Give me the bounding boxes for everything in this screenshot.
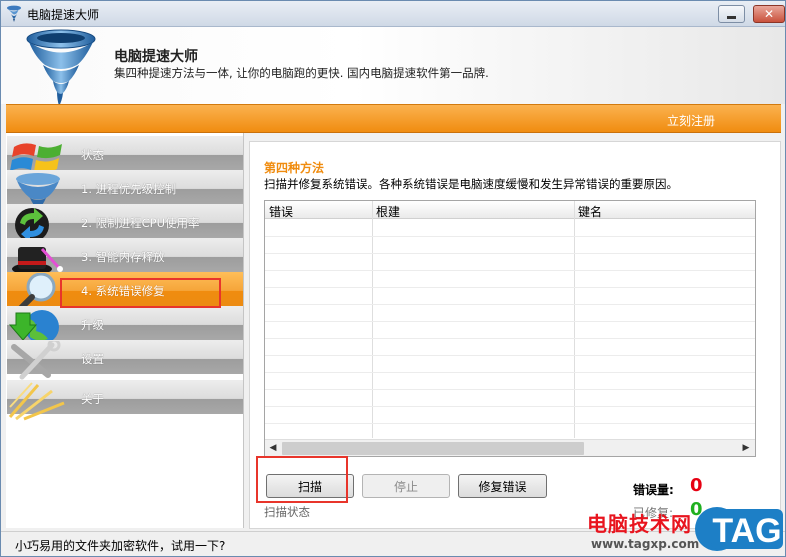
register-link[interactable]: 立刻注册 [667,112,715,129]
tornado-logo-icon [26,29,96,106]
row-gridline [265,355,755,356]
scroll-left-icon[interactable]: ◀ [266,442,280,455]
row-gridline [265,321,755,322]
app-window: 电脑提速大师 ✕ 电脑提速大师 集四种提速方法与一体, 让你的电脑跑的更快. 国… [0,0,786,557]
horizontal-scrollbar[interactable]: ◀ ▶ [265,439,755,456]
column-header-key-name[interactable]: 键名 [578,203,602,220]
row-gridline [265,389,755,390]
sidebar-item-process-priority[interactable]: 1. 进程优先级控制 [7,170,243,210]
table-header: 错误 根建 键名 [265,201,755,219]
row-gridline [265,270,755,271]
tag-badge-icon: TAG [695,507,783,551]
sidebar-item-label: 1. 进程优先级控制 [81,182,177,196]
sidebar-item-settings[interactable]: 设置 [7,340,243,380]
sidebar-item-label: 4. 系统错误修复 [81,284,165,298]
window-title: 电脑提速大师 [27,8,100,22]
badge-text: TAG [712,512,781,550]
error-count-value: 0 [690,475,703,496]
app-name: 电脑提速大师 [114,49,198,65]
watermark-text: 电脑技术网 [587,512,692,536]
title-bar: 电脑提速大师 ✕ [1,1,785,27]
row-gridline [265,253,755,254]
row-gridline [265,406,755,407]
minimize-button[interactable] [718,5,745,23]
sidebar-item-memory-release[interactable]: 3. 智能内存释放 [7,238,243,275]
sidebar-item-label: 关于 [81,392,104,406]
sidebar-item-label: 设置 [81,352,104,366]
sidebar-item-system-error-fix[interactable]: 4. 系统错误修复 [7,272,243,313]
watermark-url: www.tagxp.com [591,537,700,551]
row-gridline [265,304,755,305]
row-gridline [265,423,755,424]
sidebar-item-upgrade[interactable]: 升级 [7,306,243,344]
scroll-right-icon[interactable]: ▶ [739,442,753,455]
sidebar-item-label: 3. 智能内存释放 [81,250,165,264]
sidebar-item-cpu-limit[interactable]: 2. 限制进程CPU使用率 [7,204,243,242]
scan-status-label: 扫描状态 [264,505,310,519]
minimize-icon [727,15,736,19]
scan-button[interactable]: 扫描 [266,474,354,498]
sidebar-item-status[interactable]: 状态 [7,136,243,173]
status-promo-link[interactable]: 小巧易用的文件夹加密软件，试用一下? [15,537,225,554]
sidebar-item-label: 2. 限制进程CPU使用率 [81,216,200,230]
row-gridline [265,236,755,237]
app-header: 电脑提速大师 集四种提速方法与一体, 让你的电脑跑的更快. 国内电脑提速软件第一… [1,27,785,106]
column-header-root-key[interactable]: 根建 [376,203,400,220]
app-slogan: 集四种提速方法与一体, 让你的电脑跑的更快. 国内电脑提速软件第一品牌. [114,66,489,80]
row-gridline [265,338,755,339]
sidebar-item-about[interactable]: 关于 [7,380,243,421]
section-title: 第四种方法 [264,161,325,175]
error-table[interactable]: 错误 根建 键名 ◀ ▶ [264,200,756,457]
tornado-app-icon [7,5,21,22]
main-panel: 第四种方法 扫描并修复系统错误。各种系统错误是电脑速度缓慢和发生异常错误的重要原… [249,141,781,529]
info-lights-icon [8,382,65,421]
orange-header-bar: 立刻注册 [6,104,781,133]
row-gridline [265,287,755,288]
wrench-tools-icon [11,341,61,380]
sidebar: 状态 1. 进程优先级控制 2. 限制进程CPU使用率 3. 智能内存释放 4.… [6,133,244,528]
scroll-thumb[interactable] [282,442,584,455]
stop-button[interactable]: 停止 [362,474,450,498]
sidebar-item-label: 状态 [81,148,104,162]
row-gridline [265,372,755,373]
sidebar-item-label: 升级 [81,318,104,332]
close-icon: ✕ [763,7,775,21]
column-header-error[interactable]: 错误 [269,203,293,220]
error-count-label: 错误量: [633,483,674,497]
section-description: 扫描并修复系统错误。各种系统错误是电脑速度缓慢和发生异常错误的重要原因。 [264,177,678,191]
close-button[interactable]: ✕ [753,5,785,23]
fix-errors-button[interactable]: 修复错误 [458,474,547,498]
